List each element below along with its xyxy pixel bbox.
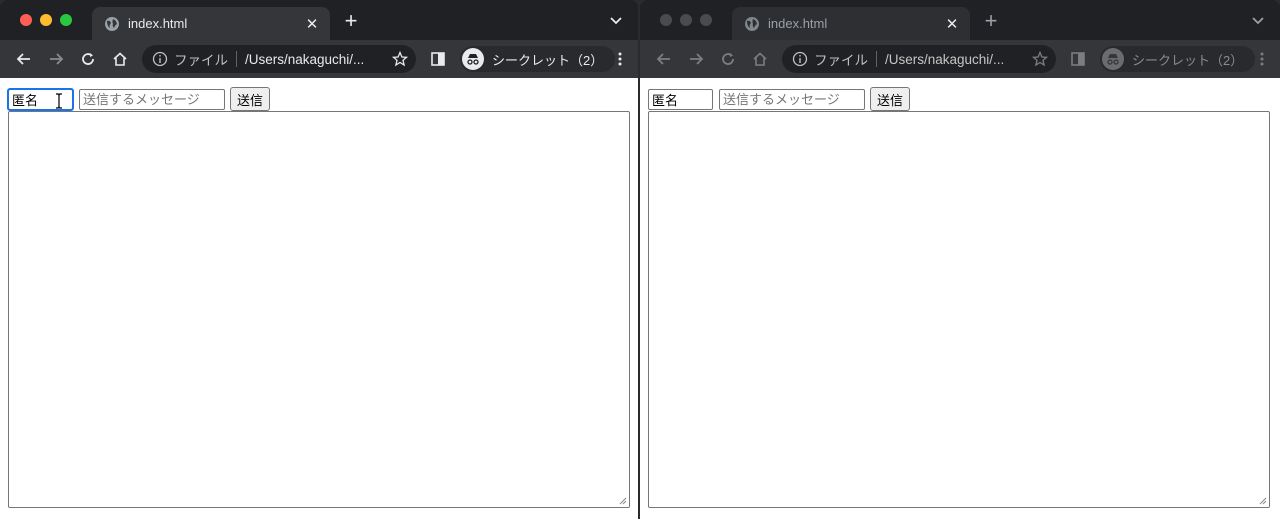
tab-search-chevron-icon[interactable] [608,12,624,28]
close-tab-icon[interactable]: ✕ [304,15,320,33]
side-panel-icon[interactable] [430,51,446,67]
chat-form: 送信 [7,87,271,111]
maximize-window-button[interactable] [700,14,712,26]
address-bar[interactable]: ファイル /Users/nakaguchi/... [142,45,416,73]
message-input[interactable] [719,88,865,110]
back-arrow-icon[interactable] [648,45,680,73]
globe-icon [744,16,760,32]
toolbar: ファイル /Users/nakaguchi/... シークレット（2） [0,40,638,78]
forward-arrow-icon[interactable] [40,45,72,73]
home-icon[interactable] [104,45,136,73]
text-cursor-icon [55,93,63,109]
tab-title: index.html [768,16,828,31]
star-icon[interactable] [392,51,408,67]
name-input[interactable] [7,87,74,111]
home-icon[interactable] [744,45,776,73]
toolbar: ファイル /Users/nakaguchi/... シークレット（2） [640,40,1280,78]
minimize-window-button[interactable] [680,14,692,26]
tab-index[interactable]: index.html ✕ [92,7,330,40]
back-arrow-icon[interactable] [8,45,40,73]
url-scheme: ファイル [174,53,228,68]
window-controls [20,14,72,26]
kebab-menu-icon[interactable] [612,51,628,67]
incognito-indicator[interactable]: シークレット（2） [1100,46,1256,72]
tab-search-chevron-icon[interactable] [1250,12,1266,28]
url-path: /Users/nakaguchi/... [245,51,365,67]
reload-icon[interactable] [712,45,744,73]
tab-title: index.html [128,16,188,31]
incognito-label: シークレット（2） [1132,52,1244,68]
close-window-button[interactable] [660,14,672,26]
incognito-icon [462,48,484,70]
maximize-window-button[interactable] [60,14,72,26]
url-divider [236,51,237,67]
new-tab-button[interactable]: + [980,10,1002,33]
reload-icon[interactable] [72,45,104,73]
message-input[interactable] [79,88,225,110]
send-button[interactable]: 送信 [230,87,271,111]
name-input[interactable] [648,88,713,110]
chat-log-textarea[interactable] [8,111,630,508]
globe-icon [104,16,120,32]
chat-form: 送信 [648,87,911,111]
chat-log-textarea[interactable] [648,111,1270,508]
page-content: 送信 [640,78,1280,519]
star-icon[interactable] [1032,51,1048,67]
forward-arrow-icon[interactable] [680,45,712,73]
tab-strip: index.html ✕ + [640,0,1280,40]
resize-grip-icon[interactable] [619,497,627,505]
tab-strip: index.html ✕ + [0,0,638,40]
browser-window-left: index.html ✕ + ファイル /Users/nakaguchi/... [0,0,638,519]
kebab-menu-icon[interactable] [1254,51,1270,67]
minimize-window-button[interactable] [40,14,52,26]
incognito-label: シークレット（2） [492,52,604,68]
incognito-indicator[interactable]: シークレット（2） [460,46,616,72]
url-path: /Users/nakaguchi/... [885,51,1005,67]
resize-grip-icon[interactable] [1259,497,1267,505]
url-divider [876,51,877,67]
info-icon[interactable] [152,51,168,67]
tab-index[interactable]: index.html ✕ [732,7,970,40]
close-tab-icon[interactable]: ✕ [944,15,960,33]
address-bar[interactable]: ファイル /Users/nakaguchi/... [782,45,1056,73]
page-content: 送信 [0,78,638,519]
incognito-icon [1102,48,1124,70]
side-panel-icon[interactable] [1070,51,1086,67]
info-icon[interactable] [792,51,808,67]
close-window-button[interactable] [20,14,32,26]
window-controls [660,14,712,26]
send-button[interactable]: 送信 [870,87,911,111]
new-tab-button[interactable]: + [340,10,362,33]
browser-window-right: index.html ✕ + ファイル /Users/nakaguchi/... [640,0,1280,519]
url-scheme: ファイル [814,53,868,68]
